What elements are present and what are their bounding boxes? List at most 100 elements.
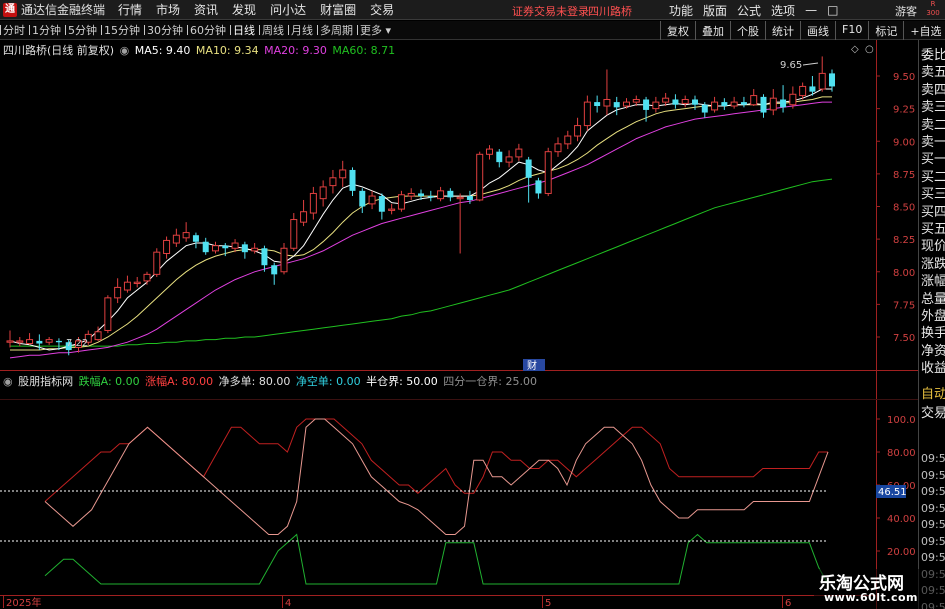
candle-body — [261, 248, 268, 266]
candle-body — [427, 196, 434, 198]
add-watchlist-button[interactable]: +自选 — [903, 21, 945, 40]
menu-layout[interactable]: 版面 — [698, 2, 732, 19]
candle-body — [525, 159, 532, 178]
candle — [721, 98, 728, 110]
candle-body — [222, 245, 229, 249]
menu-function[interactable]: 功能 — [664, 2, 698, 19]
candle — [280, 243, 288, 275]
candle — [505, 150, 513, 168]
candle — [574, 117, 582, 142]
quote-label: 净资 — [921, 343, 945, 359]
menu-market[interactable]: 市场 — [149, 1, 187, 18]
candle-body — [241, 244, 248, 253]
settings-icon[interactable]: ◉ — [120, 44, 130, 57]
period-15min[interactable]: 15分钟 — [101, 22, 144, 38]
trade-login-status[interactable]: 证券交易未登录 — [512, 3, 589, 19]
candle-body — [447, 190, 454, 198]
candle — [437, 186, 445, 202]
period-5min[interactable]: 5分钟 — [65, 22, 101, 38]
indicator-name[interactable]: 股朋指标网 — [18, 375, 73, 388]
candle — [829, 69, 835, 92]
menu-news[interactable]: 资讯 — [187, 1, 225, 18]
candle-body — [388, 208, 396, 211]
candle — [535, 177, 542, 199]
stock-button[interactable]: 个股 — [730, 21, 765, 40]
trade-label: 交易 — [921, 406, 945, 421]
mark-button[interactable]: 标记 — [868, 21, 903, 40]
time-axis: 2025年 4 5 6 — [3, 596, 791, 609]
settings-icon[interactable]: ◉ — [3, 375, 13, 388]
app-title: 通达信金融终端 — [21, 3, 106, 17]
diamond-icon[interactable]: ◇ — [851, 44, 859, 55]
menu-wealth-circle[interactable]: 财富圈 — [313, 1, 363, 18]
high-price-arrow — [802, 62, 819, 66]
candle — [319, 180, 327, 207]
drop-value: 跌幅A: 0.00 — [78, 375, 140, 388]
candle-body — [740, 102, 747, 105]
period-30min[interactable]: 30分钟 — [144, 22, 187, 38]
quote-label: 收益 — [921, 361, 945, 377]
candle-body — [339, 169, 347, 179]
candle — [368, 190, 376, 210]
period-daily[interactable]: 日线 — [230, 22, 259, 38]
current-stock-link[interactable]: 四川路桥 — [588, 3, 632, 19]
candle-body — [104, 297, 112, 331]
overlay-button[interactable]: 叠加 — [695, 21, 730, 40]
candle — [143, 271, 151, 285]
guest-user[interactable]: 游客 — [895, 3, 917, 19]
period-intraday[interactable]: 分时 — [0, 22, 29, 38]
candle — [397, 190, 405, 212]
candle — [300, 199, 308, 227]
quote-label: 涨幅 — [921, 274, 945, 290]
app-logo-icon: 通 — [3, 2, 17, 17]
candle — [6, 330, 14, 348]
quote-label: 买四 — [921, 204, 945, 220]
f10-button[interactable]: F10 — [835, 21, 868, 40]
period-weekly[interactable]: 周线 — [259, 22, 288, 38]
menu-options[interactable]: 选项 — [766, 2, 800, 19]
menu-trade[interactable]: 交易 — [363, 1, 401, 18]
auto-trade-toggle[interactable]: 自动 — [921, 383, 945, 402]
separator-tick — [0, 25, 1, 35]
candle-body — [437, 190, 445, 200]
indicator-tick-label: 20.00 — [887, 547, 916, 558]
menu-ask-xiaoda[interactable]: 问小达 — [263, 1, 313, 18]
menu-discover[interactable]: 发现 — [225, 1, 263, 18]
adjust-price-button[interactable]: 复权 — [660, 21, 695, 40]
period-more[interactable]: 更多 ▾ — [357, 22, 395, 38]
candle — [760, 94, 767, 118]
period-multi[interactable]: 多周期 — [317, 22, 357, 38]
trade-time: 09:53 — [921, 468, 945, 482]
candle-body — [300, 211, 308, 223]
quote-label: 买二 — [921, 169, 945, 185]
candle-body — [114, 286, 122, 299]
rise-value: 涨幅A: 80.00 — [145, 375, 214, 388]
quote-label: 卖四 — [921, 82, 945, 98]
minimize-icon[interactable]: — — [800, 3, 822, 17]
candle — [583, 95, 591, 131]
candle-body — [271, 265, 278, 275]
period-60min[interactable]: 60分钟 — [187, 22, 230, 38]
circle-icon[interactable]: ○ — [865, 44, 874, 55]
menu-formula[interactable]: 公式 — [732, 2, 766, 19]
period-monthly[interactable]: 月线 — [288, 22, 317, 38]
maximize-icon[interactable]: □ — [822, 3, 843, 17]
period-1min[interactable]: 1分钟 — [29, 22, 65, 38]
separator-tick — [259, 25, 260, 35]
candle-body — [632, 98, 640, 103]
candle — [192, 232, 199, 249]
candle — [780, 85, 787, 113]
candle-body — [486, 148, 493, 155]
candle-body — [711, 101, 719, 111]
kline-chart[interactable]: 9.50 9.25 9.00 8.75 8.50 8.25 8.00 7.75 7.50 100… — [0, 40, 945, 609]
draw-line-button[interactable]: 画线 — [800, 21, 835, 40]
candle-body — [750, 95, 758, 106]
trade-time: 09:54 — [921, 518, 945, 531]
price-tick-label: 9.50 — [893, 72, 915, 83]
candle — [407, 188, 415, 200]
statistics-button[interactable]: 统计 — [765, 21, 800, 40]
quote-label: 卖二 — [921, 117, 945, 133]
indicator-tick-label: 40.00 — [887, 514, 916, 525]
candle — [730, 96, 738, 109]
menu-quotes[interactable]: 行情 — [111, 1, 149, 18]
